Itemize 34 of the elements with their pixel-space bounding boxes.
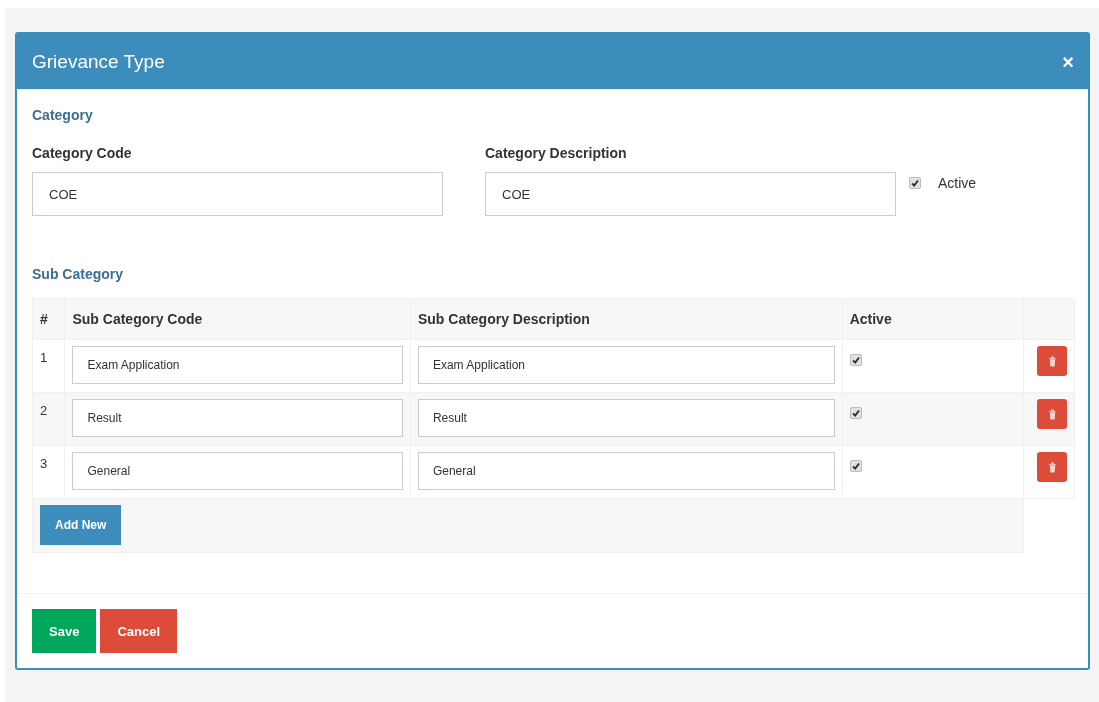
- row-number: 2: [32, 392, 65, 446]
- input-field[interactable]: Result: [72, 399, 403, 437]
- input-field[interactable]: COE: [32, 172, 443, 216]
- trash-icon: [1047, 461, 1057, 473]
- column-header: Sub Category Code: [64, 298, 411, 340]
- checkbox[interactable]: [849, 407, 862, 419]
- input-field[interactable]: General: [417, 452, 835, 490]
- add-new-button[interactable]: Add New: [40, 505, 122, 545]
- modal-title: Grievance Type: [32, 50, 165, 73]
- section-heading: Category: [32, 107, 94, 123]
- trash-icon: [1047, 355, 1057, 367]
- delete-button[interactable]: [1037, 452, 1067, 482]
- delete-button[interactable]: [1037, 346, 1067, 376]
- checkbox[interactable]: [849, 460, 862, 472]
- input-field[interactable]: Exam Application: [417, 346, 835, 384]
- delete-button[interactable]: [1037, 399, 1067, 429]
- section-heading: Sub Category: [32, 266, 124, 282]
- column-header: Sub Category Description: [410, 298, 843, 340]
- input-field[interactable]: Exam Application: [72, 346, 403, 384]
- column-header: #: [32, 298, 65, 340]
- input-field[interactable]: General: [72, 452, 403, 490]
- checkbox[interactable]: [909, 177, 921, 189]
- field-label: Category Code: [32, 145, 133, 161]
- input-field[interactable]: COE: [485, 172, 896, 216]
- checkbox-label: Active: [938, 175, 977, 191]
- trash-icon: [1047, 408, 1057, 420]
- row-number: 3: [32, 445, 65, 499]
- close-button[interactable]: ×: [1062, 51, 1074, 72]
- column-header: Active: [842, 298, 1024, 340]
- cancel-button[interactable]: Cancel: [100, 609, 177, 653]
- field-label: Category Description: [485, 145, 628, 161]
- row-number: 1: [32, 339, 65, 393]
- input-field[interactable]: Result: [417, 399, 835, 437]
- checkbox[interactable]: [849, 354, 862, 366]
